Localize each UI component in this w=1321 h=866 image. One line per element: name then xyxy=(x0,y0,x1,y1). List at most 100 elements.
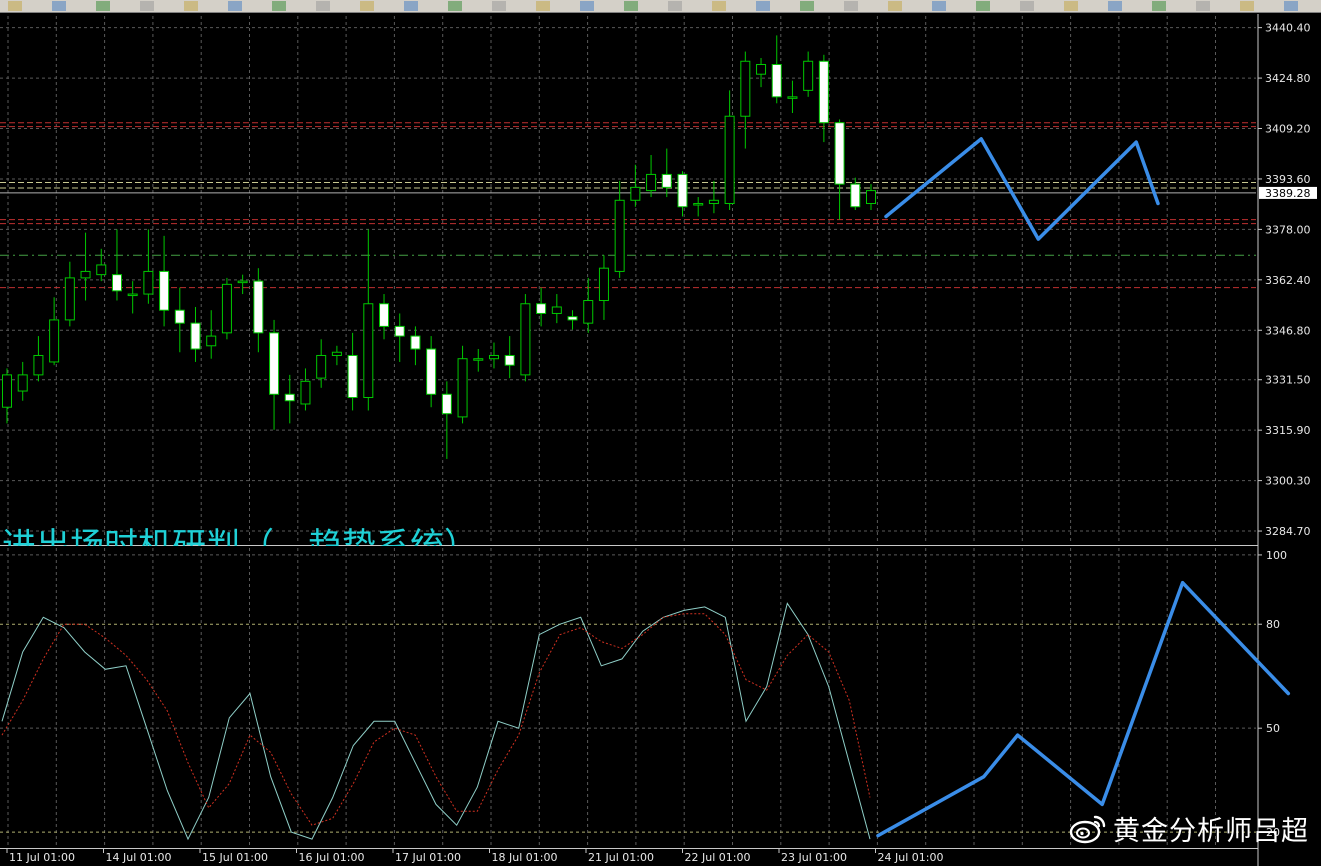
vline-icon[interactable] xyxy=(580,1,594,11)
grid-icon[interactable] xyxy=(8,1,22,11)
history-icon[interactable] xyxy=(404,1,418,11)
chart-canvas[interactable]: 3440.40 3424.80 3409.20 3393.60 3378.00 3362.… xyxy=(0,0,1321,866)
overlay-caption: 进出场时机研判（…趋势系统） xyxy=(2,526,478,546)
price-tick-label: 3346.80 xyxy=(1265,324,1311,337)
price-tick-label: 3300.30 xyxy=(1265,475,1311,488)
candle xyxy=(159,235,170,327)
price-tick-label: 3409.20 xyxy=(1265,123,1311,136)
text-icon[interactable] xyxy=(756,1,770,11)
candle-body xyxy=(441,393,452,415)
candle-body xyxy=(221,283,232,334)
candle xyxy=(80,232,91,301)
candle-body xyxy=(284,393,295,402)
add-indicator-icon[interactable] xyxy=(360,1,374,11)
candle xyxy=(316,339,327,388)
candle xyxy=(614,180,625,278)
period-icon[interactable] xyxy=(1240,1,1254,11)
candle xyxy=(331,345,342,366)
fibo-icon[interactable] xyxy=(712,1,726,11)
candle-body xyxy=(457,358,468,418)
candle-body xyxy=(677,173,688,208)
candle xyxy=(677,171,688,217)
candle xyxy=(269,319,280,430)
chart-icon[interactable] xyxy=(448,1,462,11)
candle-body xyxy=(693,203,704,206)
candle-body xyxy=(159,270,170,311)
grid-icon[interactable] xyxy=(316,1,330,11)
period-icon[interactable] xyxy=(1196,1,1210,11)
candle xyxy=(646,155,657,198)
time-tick-label: 21 Jul 01:00 xyxy=(588,851,654,864)
candle-body xyxy=(567,316,578,321)
candle xyxy=(598,255,609,320)
cursor-icon[interactable] xyxy=(492,1,506,11)
weibo-icon xyxy=(1069,815,1106,844)
zoom-in-icon[interactable] xyxy=(140,1,154,11)
current-price-label: 3389.28 xyxy=(1265,187,1311,200)
trendline-icon[interactable] xyxy=(668,1,682,11)
close-icon[interactable] xyxy=(1284,1,1298,11)
grid-icon[interactable] xyxy=(52,1,66,11)
candle-body xyxy=(17,374,28,392)
stoch-tick-label: 50 xyxy=(1266,722,1280,735)
candle-body xyxy=(756,63,767,75)
candle xyxy=(221,277,232,340)
period-icon[interactable] xyxy=(1020,1,1034,11)
tile-icon[interactable] xyxy=(228,1,242,11)
candle xyxy=(756,58,767,88)
candle xyxy=(787,80,798,113)
candle-body xyxy=(300,380,311,405)
hline-icon[interactable] xyxy=(624,1,638,11)
candle xyxy=(473,349,484,372)
stoch-main-line xyxy=(1,602,871,841)
watermark-text: 黄金分析师吕超 xyxy=(1113,815,1309,847)
time-tick-label: 24 Jul 01:00 xyxy=(878,851,944,864)
candle-body xyxy=(190,322,201,350)
stochastic-series xyxy=(1,602,871,841)
crosshair-icon[interactable] xyxy=(536,1,550,11)
candle xyxy=(17,361,28,401)
price-tick-label: 3331.50 xyxy=(1265,374,1311,387)
candle xyxy=(64,261,75,327)
time-tick-label: 17 Jul 01:00 xyxy=(395,851,461,864)
price-tick-label: 3284.70 xyxy=(1265,525,1311,538)
zoom-out-icon[interactable] xyxy=(184,1,198,11)
price-tick-label: 3362.40 xyxy=(1265,274,1311,287)
period-icon[interactable] xyxy=(976,1,990,11)
candle xyxy=(394,313,405,362)
candle xyxy=(284,374,295,424)
candle xyxy=(190,306,201,362)
time-tick-label: 22 Jul 01:00 xyxy=(685,851,751,864)
candle-body xyxy=(237,280,248,284)
candle-body xyxy=(583,300,594,324)
candle-body xyxy=(520,303,531,376)
candle xyxy=(520,294,531,382)
candle-body xyxy=(33,354,44,376)
candle-body xyxy=(473,358,484,361)
arrow-icon[interactable] xyxy=(844,1,858,11)
candle xyxy=(803,51,814,97)
candle xyxy=(661,148,672,198)
candle-body xyxy=(646,173,657,192)
label-icon[interactable] xyxy=(800,1,814,11)
time-axis: 11 Jul 01:00 14 Jul 01:00 15 Jul 01:00 16 J… xyxy=(6,849,944,864)
grid-icon[interactable] xyxy=(96,1,110,11)
candle xyxy=(630,164,641,207)
price-tick-label: 3315.90 xyxy=(1265,424,1311,437)
candle-body xyxy=(96,264,107,276)
period-icon[interactable] xyxy=(1108,1,1122,11)
grid-icon[interactable] xyxy=(272,1,286,11)
candle xyxy=(174,287,185,353)
period-icon[interactable] xyxy=(1152,1,1166,11)
candle-body xyxy=(253,280,264,334)
period-icon[interactable] xyxy=(1064,1,1078,11)
period-icon[interactable] xyxy=(888,1,902,11)
price-tick-label: 3378.00 xyxy=(1265,223,1311,236)
candle-body xyxy=(80,270,91,279)
candle xyxy=(300,368,311,411)
candle-body xyxy=(143,270,154,295)
candle-body xyxy=(724,115,735,205)
period-icon[interactable] xyxy=(932,1,946,11)
candle xyxy=(504,336,515,379)
price-tick-label: 3440.40 xyxy=(1265,22,1311,35)
